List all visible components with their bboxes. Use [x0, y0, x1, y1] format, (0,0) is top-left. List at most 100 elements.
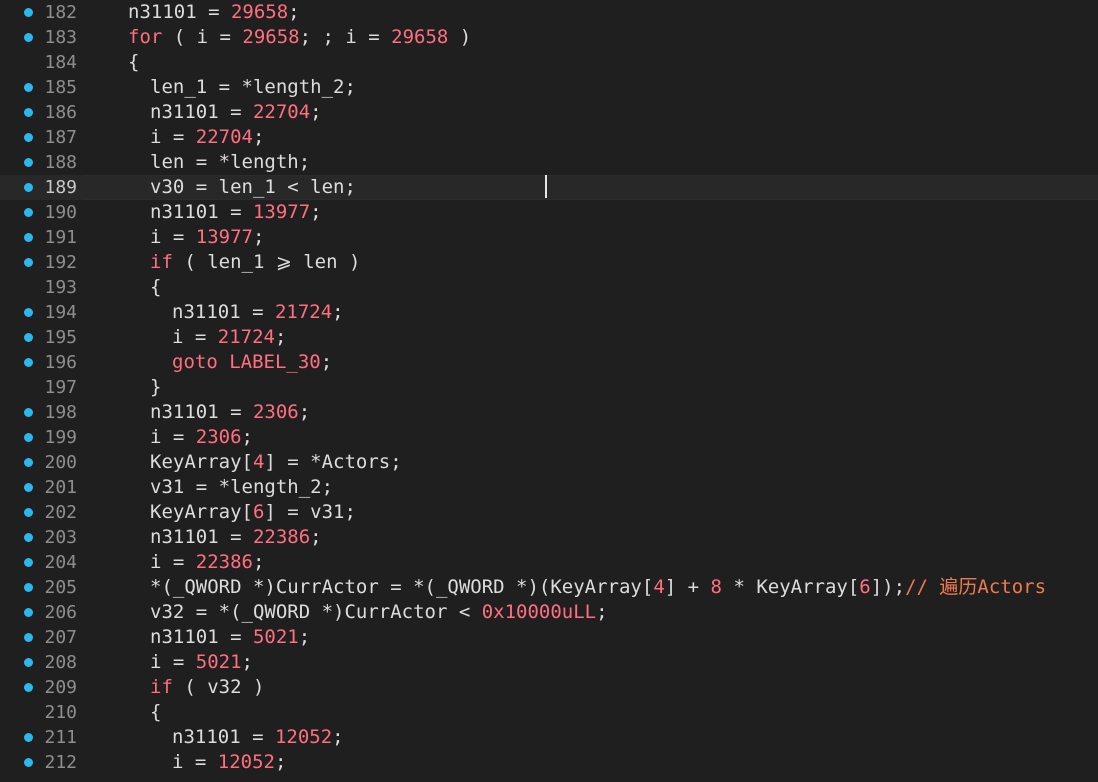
code-line[interactable]: 189 v30 = len_1 < len;: [0, 174, 1098, 200]
code-text: len_1 = *length_2;: [150, 75, 356, 100]
code-line[interactable]: 186 n31101 = 22704;: [0, 100, 1098, 125]
code-token-number: 12052: [274, 725, 333, 748]
breakpoint-dot-icon[interactable]: [24, 507, 33, 517]
code-line[interactable]: 203 n31101 = 22386;: [0, 525, 1098, 550]
code-line[interactable]: 204 i = 22386;: [0, 550, 1098, 575]
code-token-default: i =: [150, 125, 196, 148]
code-line[interactable]: 185 len_1 = *length_2;: [0, 75, 1098, 100]
code-text: n31101 = 22386;: [150, 525, 322, 550]
breakpoint-dot-icon[interactable]: [24, 407, 33, 417]
code-text: n31101 = 22704;: [150, 100, 322, 125]
code-token-default: ;: [298, 400, 311, 423]
code-line[interactable]: 198 n31101 = 2306;: [0, 400, 1098, 425]
code-text: {: [128, 50, 139, 75]
breakpoint-dot-icon[interactable]: [24, 682, 33, 692]
code-token-default: ;: [241, 425, 253, 448]
code-line[interactable]: 209 if ( v32 ): [0, 675, 1098, 700]
line-number: 192: [44, 251, 77, 273]
code-line[interactable]: 207 n31101 = 5021;: [0, 625, 1098, 650]
code-editor[interactable]: 182 n31101 = 29658; 183 for ( i = 29658; ; …: [0, 0, 1098, 782]
code-line[interactable]: 201 v31 = *length_2;: [0, 475, 1098, 500]
line-number: 212: [44, 751, 77, 773]
code-text: KeyArray[6] = v31;: [150, 500, 356, 525]
code-token-default: KeyArray[: [150, 500, 253, 523]
code-line[interactable]: 192 if ( len_1 ⩾ len ): [0, 250, 1098, 275]
code-token-default: n31101 =: [128, 0, 231, 23]
line-number: 196: [44, 351, 77, 373]
breakpoint-dot-icon[interactable]: [24, 157, 33, 167]
code-line[interactable]: 200 KeyArray[4] = *Actors;: [0, 450, 1098, 475]
code-line[interactable]: 182 n31101 = 29658;: [0, 0, 1098, 25]
code-line[interactable]: 202 KeyArray[6] = v31;: [0, 500, 1098, 525]
code-token-number: 2306: [195, 425, 242, 448]
breakpoint-dot-icon[interactable]: [24, 182, 33, 192]
code-line[interactable]: 188 len = *length;: [0, 150, 1098, 175]
code-token-default: n31101 =: [150, 200, 253, 223]
breakpoint-dot-icon[interactable]: [24, 332, 33, 342]
code-line[interactable]: 187 i = 22704;: [0, 125, 1098, 150]
code-token-default: i =: [150, 650, 196, 673]
breakpoint-dot-icon[interactable]: [24, 32, 33, 42]
breakpoint-dot-icon[interactable]: [24, 7, 33, 17]
breakpoint-dot-icon[interactable]: [24, 307, 33, 317]
code-text: goto LABEL_30;: [172, 350, 332, 375]
code-line[interactable]: 195 i = 21724;: [0, 325, 1098, 350]
line-number: 198: [44, 401, 77, 423]
breakpoint-dot-icon[interactable]: [24, 632, 33, 642]
line-number: 185: [44, 76, 77, 98]
code-line[interactable]: 212 i = 12052;: [0, 750, 1098, 775]
line-number: 182: [44, 1, 77, 23]
code-line[interactable]: 194 n31101 = 21724;: [0, 300, 1098, 325]
code-line[interactable]: 193 {: [0, 275, 1098, 300]
code-token-default: n31101 =: [150, 100, 253, 123]
code-text: n31101 = 2306;: [150, 400, 310, 425]
breakpoint-dot-icon[interactable]: [24, 432, 33, 442]
code-text: KeyArray[4] = *Actors;: [150, 450, 402, 475]
code-token-default: ;: [310, 200, 322, 223]
breakpoint-dot-icon[interactable]: [24, 132, 33, 142]
breakpoint-dot-icon[interactable]: [24, 482, 33, 492]
code-line[interactable]: 190 n31101 = 13977;: [0, 200, 1098, 225]
code-text: i = 5021;: [150, 650, 253, 675]
breakpoint-dot-icon[interactable]: [24, 607, 33, 617]
line-number: 210: [44, 701, 77, 723]
code-text: len = *length;: [150, 150, 310, 175]
code-line[interactable]: 205 *(_QWORD *)CurrActor = *(_QWORD *)(Ke…: [0, 575, 1098, 600]
code-line[interactable]: 184 {: [0, 50, 1098, 75]
code-token-default: i =: [150, 425, 196, 448]
code-line[interactable]: 211 n31101 = 12052;: [0, 725, 1098, 750]
breakpoint-dot-icon[interactable]: [24, 532, 33, 542]
code-token-number: 5021: [252, 625, 299, 648]
breakpoint-dot-icon[interactable]: [24, 457, 33, 467]
code-line[interactable]: 206 v32 = *(_QWORD *)CurrActor < 0x10000u…: [0, 600, 1098, 625]
code-line[interactable]: 183 for ( i = 29658; ; i = 29658 ): [0, 25, 1098, 50]
code-token-comment: // 遍历Actors: [905, 575, 1047, 598]
breakpoint-dot-icon[interactable]: [24, 582, 33, 592]
code-text: }: [150, 375, 161, 400]
breakpoint-dot-icon[interactable]: [24, 107, 33, 117]
breakpoint-dot-icon[interactable]: [24, 257, 33, 267]
breakpoint-dot-icon[interactable]: [24, 207, 33, 217]
code-token-number: 21724: [217, 325, 275, 348]
breakpoint-dot-icon[interactable]: [24, 732, 33, 742]
code-token-number: 8: [710, 575, 722, 598]
code-line[interactable]: 196 goto LABEL_30;: [0, 350, 1098, 375]
breakpoint-dot-icon[interactable]: [24, 232, 33, 242]
code-token-default: n31101 =: [172, 725, 275, 748]
code-token-default: ;: [596, 600, 608, 623]
breakpoint-dot-icon[interactable]: [24, 757, 33, 767]
code-token-default: ( v32 ): [172, 675, 265, 698]
breakpoint-dot-icon[interactable]: [24, 82, 33, 92]
code-line[interactable]: 208 i = 5021;: [0, 650, 1098, 675]
code-token-default: ;: [320, 350, 333, 373]
code-line[interactable]: 191 i = 13977;: [0, 225, 1098, 250]
breakpoint-dot-icon[interactable]: [24, 557, 33, 567]
code-line[interactable]: 197}: [0, 375, 1098, 400]
breakpoint-dot-icon[interactable]: [24, 657, 33, 667]
code-text: {: [150, 700, 161, 725]
code-line[interactable]: 210 {: [0, 700, 1098, 725]
breakpoint-dot-icon[interactable]: [24, 357, 33, 367]
code-token-default: ; ; i =: [299, 25, 392, 48]
code-line[interactable]: 199 i = 2306;: [0, 425, 1098, 450]
code-token-number: 6: [252, 500, 265, 523]
